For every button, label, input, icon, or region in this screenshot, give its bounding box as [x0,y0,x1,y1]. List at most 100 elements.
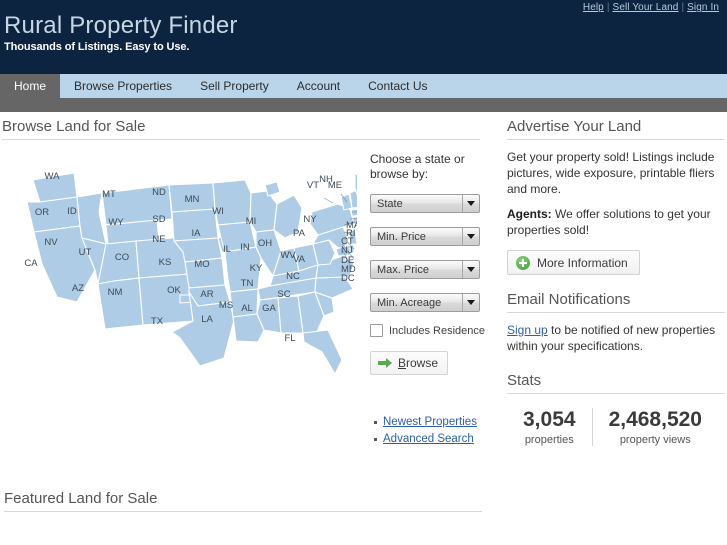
agents-paragraph: Agents: We offer solutions to get your p… [507,206,725,238]
utility-separator-1: | [606,2,610,13]
state-select-value: State [377,198,403,210]
nav-item-contact-us[interactable]: Contact Us [354,74,441,98]
nav-item-account[interactable]: Account [283,74,354,98]
svg-text:NE: NE [152,234,165,245]
sidebar: Advertise Your Land Get your property so… [507,118,725,462]
stat-property-views: 2,468,520 property views [591,408,718,446]
svg-text:KS: KS [159,257,172,268]
svg-text:IL: IL [223,244,231,255]
chevron-down-icon [462,228,479,245]
utility-separator-2: | [681,2,685,13]
email-notifications-heading: Email Notifications [507,291,725,313]
advertise-paragraph: Get your property sold! Listings include… [507,150,715,196]
nav-item-sell-property[interactable]: Sell Property [186,74,283,98]
svg-text:TX: TX [151,316,164,327]
advertise-block: Advertise Your Land Get your property so… [507,118,725,275]
list-item: Newest Properties [374,414,477,431]
svg-text:KY: KY [250,263,263,274]
chevron-down-icon [462,294,479,311]
stats-row: 3,054 properties 2,468,520 property view… [507,408,725,446]
svg-text:ND: ND [152,187,166,198]
min-acreage-select[interactable]: Min. Acreage [370,293,480,312]
svg-text:OK: OK [167,285,181,296]
svg-text:WV: WV [280,250,296,261]
site-tagline: Thousands of Listings. Easy to Use. [4,41,190,53]
stat-property-views-label: property views [619,434,691,446]
stat-property-views-value: 2,468,520 [608,408,702,431]
advanced-search-link[interactable]: Advanced Search [383,433,474,445]
browse-body: WA OR ID MT ND SD WY NV UT CO NE KS CA A… [2,152,495,452]
min-price-select[interactable]: Min. Price [370,227,480,246]
svg-text:NY: NY [303,214,317,225]
svg-text:GA: GA [262,303,276,314]
browse-button-accesskey: B [398,356,407,370]
svg-text:AL: AL [241,303,253,314]
nav-items: Home Browse Properties Sell Property Acc… [0,74,441,98]
main-column: Browse Land for Sale WA OR ID MT ND SD W… [2,118,495,512]
stat-properties-label: properties [524,434,574,446]
state-select[interactable]: State [370,194,480,213]
svg-text:ID: ID [67,206,77,217]
svg-text:MO: MO [194,259,209,270]
min-acreage-select-value: Min. Acreage [377,297,442,309]
site-brand[interactable]: Rural Property Finder Thousands of Listi… [4,13,238,54]
max-price-select-value: Max. Price [377,264,429,276]
sign-up-link[interactable]: Sign up [507,323,548,337]
browse-land-heading: Browse Land for Sale [2,118,480,140]
svg-text:IN: IN [240,242,250,253]
svg-text:OR: OR [35,207,49,218]
svg-text:CO: CO [115,252,129,263]
stat-properties-value: 3,054 [523,408,576,431]
svg-text:WY: WY [108,217,124,228]
nav-item-home[interactable]: Home [0,74,61,98]
svg-text:LA: LA [201,314,213,325]
more-information-button-label: More Information [537,255,628,270]
svg-text:MT: MT [102,189,116,200]
form-intro-text: Choose a state or browse by: [370,152,465,181]
site-header: Help | Sell Your Land | Sign In Rural Proper… [0,0,727,74]
sign-in-link[interactable]: Sign In [687,2,719,13]
svg-text:SD: SD [152,214,165,225]
svg-text:MS: MS [219,300,233,311]
svg-text:IA: IA [192,228,202,239]
svg-text:NC: NC [286,271,300,282]
svg-text:MN: MN [185,194,200,205]
newest-properties-link[interactable]: Newest Properties [383,416,477,428]
browse-button-label: Browse [398,356,438,370]
email-notifications-paragraph: Sign up to be notified of new properties… [507,322,725,354]
max-price-select[interactable]: Max. Price [370,260,480,279]
quick-links-list: Newest Properties Advanced Search [370,414,477,448]
svg-text:UT: UT [79,247,92,258]
svg-text:WA: WA [45,171,61,182]
svg-text:TN: TN [241,278,254,289]
svg-text:PA: PA [293,228,306,239]
site-title: Rural Property Finder [4,12,238,39]
svg-text:NM: NM [108,287,123,298]
svg-text:CA: CA [24,258,38,269]
chevron-down-icon [462,261,479,278]
svg-text:MI: MI [246,216,257,227]
green-plus-circle-icon [516,255,530,270]
svg-text:FL: FL [284,333,295,344]
svg-text:DC: DC [341,273,355,284]
nav-underbar [0,98,727,112]
page-content: Browse Land for Sale WA OR ID MT ND SD W… [0,112,727,545]
more-information-button[interactable]: More Information [507,250,640,275]
stats-heading: Stats [507,372,725,394]
green-arrow-icon [378,358,392,368]
help-link[interactable]: Help [583,2,604,13]
includes-residence-label: Includes Residence [389,324,486,337]
browse-button[interactable]: Browse [370,351,449,375]
us-state-map[interactable]: WA OR ID MT ND SD WY NV UT CO NE KS CA A… [2,152,357,388]
includes-residence-checkbox[interactable] [370,324,383,337]
svg-text:OH: OH [258,238,272,249]
svg-text:AR: AR [200,289,213,300]
svg-text:ME: ME [328,180,342,191]
browse-filter-form: Choose a state or browse by: State Min. … [370,152,495,375]
sell-your-land-link[interactable]: Sell Your Land [613,2,679,13]
nav-item-browse-properties[interactable]: Browse Properties [60,74,186,98]
stats-block: Stats 3,054 properties 2,468,520 propert… [507,372,725,446]
featured-land-heading: Featured Land for Sale [4,490,482,512]
advertise-heading: Advertise Your Land [507,118,725,140]
svg-text:AZ: AZ [72,283,84,294]
